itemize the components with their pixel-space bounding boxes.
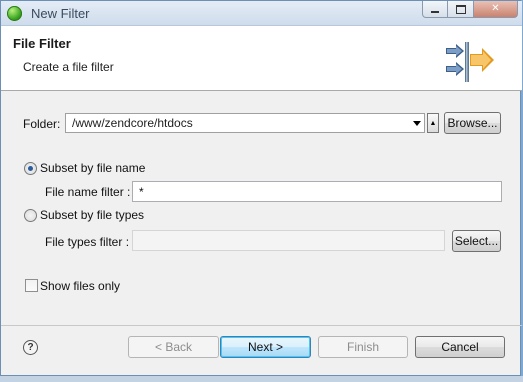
- file-types-filter-input: [133, 231, 444, 250]
- back-button[interactable]: < Back: [128, 336, 219, 358]
- window-title: New Filter: [31, 6, 90, 21]
- folder-combo[interactable]: /www/zendcore/htdocs: [65, 113, 425, 133]
- page-title: File Filter: [13, 36, 71, 51]
- show-files-only-label[interactable]: Show files only: [40, 279, 120, 293]
- folder-value: /www/zendcore/htdocs: [72, 116, 193, 130]
- subset-by-types-label[interactable]: Subset by file types: [40, 208, 144, 222]
- minimize-icon: [431, 10, 439, 13]
- browse-button[interactable]: Browse...: [444, 112, 501, 134]
- wizard-banner: File Filter Create a file filter: [1, 26, 522, 91]
- help-icon[interactable]: ?: [23, 340, 38, 355]
- chevron-down-icon[interactable]: [413, 121, 421, 126]
- page-description: Create a file filter: [23, 60, 114, 74]
- close-button[interactable]: ✕: [474, 1, 518, 18]
- window-controls: ✕: [422, 1, 518, 19]
- taskbar-strip: [0, 376, 523, 382]
- maximize-button[interactable]: [448, 1, 474, 18]
- title-bar[interactable]: New Filter ✕: [1, 1, 522, 26]
- folder-up-button[interactable]: ▲: [427, 113, 439, 133]
- new-filter-dialog: New Filter ✕ File Filter Create a file f…: [0, 0, 522, 376]
- maximize-icon: [455, 4, 466, 14]
- select-types-button[interactable]: Select...: [452, 230, 501, 252]
- app-icon: [7, 6, 22, 21]
- arrow-up-icon: ▲: [429, 119, 437, 127]
- show-files-only-checkbox[interactable]: [25, 279, 38, 292]
- subset-by-name-label[interactable]: Subset by file name: [40, 161, 145, 175]
- finish-button[interactable]: Finish: [318, 336, 408, 358]
- cancel-button[interactable]: Cancel: [415, 336, 505, 358]
- minimize-button[interactable]: [422, 1, 448, 18]
- file-name-filter-field[interactable]: [132, 181, 502, 202]
- file-types-filter-field: [132, 230, 445, 251]
- footer-separator: [1, 325, 522, 326]
- close-icon: ✕: [491, 3, 500, 14]
- file-types-filter-label: File types filter :: [45, 235, 130, 249]
- next-button[interactable]: Next >: [220, 336, 311, 358]
- subset-by-name-radio[interactable]: [24, 162, 37, 175]
- filter-arrows-icon: [446, 42, 494, 82]
- file-name-filter-input[interactable]: [133, 182, 501, 201]
- file-name-filter-label: File name filter :: [45, 185, 131, 199]
- subset-by-types-radio[interactable]: [24, 209, 37, 222]
- folder-label: Folder:: [23, 117, 61, 131]
